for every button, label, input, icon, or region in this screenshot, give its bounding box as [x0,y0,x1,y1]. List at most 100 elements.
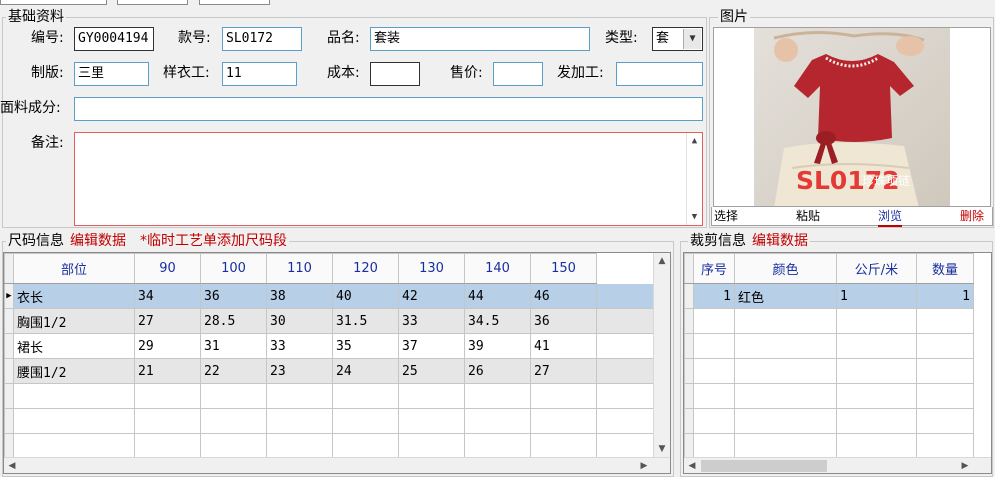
price-field[interactable] [493,62,543,86]
table-cell[interactable]: 31.5 [332,308,399,334]
table-cell[interactable] [200,383,267,409]
scroll-left-icon[interactable]: ◀ [4,458,20,473]
scroll-up-icon[interactable]: ▲ [687,133,702,149]
size-col-header[interactable]: 120 [332,253,399,284]
table-row[interactable]: ▶ 衣长 34 36 38 40 42 44 46 [4,283,655,309]
table-cell[interactable]: 腰围1/2 [13,358,135,384]
table-row[interactable] [684,433,974,459]
image-browse-button[interactable]: 浏览 [878,207,903,227]
table-cell[interactable] [836,383,917,409]
table-cell[interactable] [693,383,735,409]
table-cell[interactable] [266,408,333,434]
scroll-right-icon[interactable]: ▶ [957,458,973,473]
table-cell[interactable] [734,408,837,434]
size-col-header[interactable]: 140 [464,253,531,284]
top-tab-2[interactable] [117,0,188,5]
type-select[interactable]: 套 ▼ [652,27,703,51]
table-cell[interactable] [596,433,655,459]
table-cell[interactable] [530,408,597,434]
table-cell[interactable]: 裙长 [13,333,135,359]
table-cell[interactable]: 33 [398,308,465,334]
table-cell[interactable]: 28.5 [200,308,267,334]
table-row[interactable] [684,383,974,409]
image-paste-button[interactable]: 粘贴 [796,207,820,225]
cost-field[interactable] [370,62,420,86]
table-cell[interactable]: 36 [530,308,597,334]
cut-col-header[interactable]: 公斤/米 [836,253,917,284]
table-cell[interactable] [836,408,917,434]
product-name-field[interactable]: 套装 [370,27,590,51]
pattern-field[interactable]: 三里 [74,62,149,86]
table-cell[interactable] [398,383,465,409]
table-cell[interactable] [134,433,201,459]
table-cell[interactable]: 39 [464,333,531,359]
table-cell[interactable] [596,408,655,434]
table-cell[interactable] [693,333,735,359]
fabric-field[interactable] [74,97,703,121]
table-cell[interactable] [734,433,837,459]
table-cell[interactable]: 37 [398,333,465,359]
table-cell[interactable]: 27 [530,358,597,384]
table-cell[interactable] [916,308,974,334]
table-cell[interactable]: 1 [836,283,917,309]
table-cell[interactable] [693,308,735,334]
table-cell[interactable]: 27 [134,308,201,334]
table-row[interactable]: 1 红色 1 1 [684,283,974,309]
table-cell[interactable] [530,433,597,459]
table-cell[interactable]: 26 [464,358,531,384]
remark-scrollbar[interactable]: ▲ ▼ [686,133,702,225]
table-cell[interactable] [398,408,465,434]
table-row[interactable]: 腰围1/2 21 22 23 24 25 26 27 [4,358,655,384]
table-cell[interactable] [836,433,917,459]
table-cell[interactable] [200,433,267,459]
size-col-header[interactable]: 110 [266,253,333,284]
size-temp-note-link[interactable]: *临时工艺单添加尺码段 [140,233,287,249]
table-cell[interactable] [464,383,531,409]
table-cell[interactable] [13,383,135,409]
table-cell[interactable] [464,433,531,459]
table-cell[interactable] [693,433,735,459]
table-row[interactable] [684,408,974,434]
process-field[interactable] [616,62,703,86]
table-cell[interactable]: 40 [332,283,399,309]
table-cell[interactable] [916,383,974,409]
table-row[interactable]: 胸围1/2 27 28.5 30 31.5 33 34.5 36 [4,308,655,334]
size-col-header[interactable]: 90 [134,253,201,284]
remark-textarea[interactable]: ▲ ▼ [74,132,703,226]
table-cell[interactable]: 41 [530,333,597,359]
table-cell[interactable] [13,408,135,434]
table-cell[interactable] [916,333,974,359]
size-col-header[interactable]: 150 [530,253,597,284]
table-cell[interactable]: 30 [266,308,333,334]
table-row[interactable]: 裙长 29 31 33 35 37 39 41 [4,333,655,359]
table-cell[interactable] [530,383,597,409]
table-cell[interactable] [398,433,465,459]
table-cell[interactable] [916,433,974,459]
table-cell[interactable] [134,408,201,434]
cut-col-header[interactable]: 序号 [693,253,735,284]
top-tab-1[interactable] [0,0,107,5]
table-cell[interactable]: 22 [200,358,267,384]
table-cell[interactable] [734,308,837,334]
table-cell[interactable]: 1 [916,283,974,309]
table-cell[interactable] [734,383,837,409]
table-row[interactable] [684,308,974,334]
size-table-hscroll[interactable]: ◀ ▶ [4,457,670,473]
scroll-right-icon[interactable]: ▶ [636,458,652,473]
table-cell[interactable] [596,383,655,409]
scroll-left-icon[interactable]: ◀ [684,458,700,473]
size-col-header[interactable]: 100 [200,253,267,284]
table-cell[interactable] [836,333,917,359]
table-cell[interactable]: 29 [134,333,201,359]
table-cell[interactable] [836,308,917,334]
table-cell[interactable]: 33 [266,333,333,359]
table-cell[interactable] [464,408,531,434]
table-cell[interactable]: 36 [200,283,267,309]
sample-worker-field[interactable]: 11 [222,62,297,86]
table-cell[interactable] [734,333,837,359]
table-cell[interactable] [734,358,837,384]
size-col-header[interactable]: 130 [398,253,465,284]
cut-table-hscroll[interactable]: ◀ ▶ [684,457,991,473]
table-cell[interactable]: 胸围1/2 [13,308,135,334]
cut-col-header[interactable]: 数量 [916,253,974,284]
